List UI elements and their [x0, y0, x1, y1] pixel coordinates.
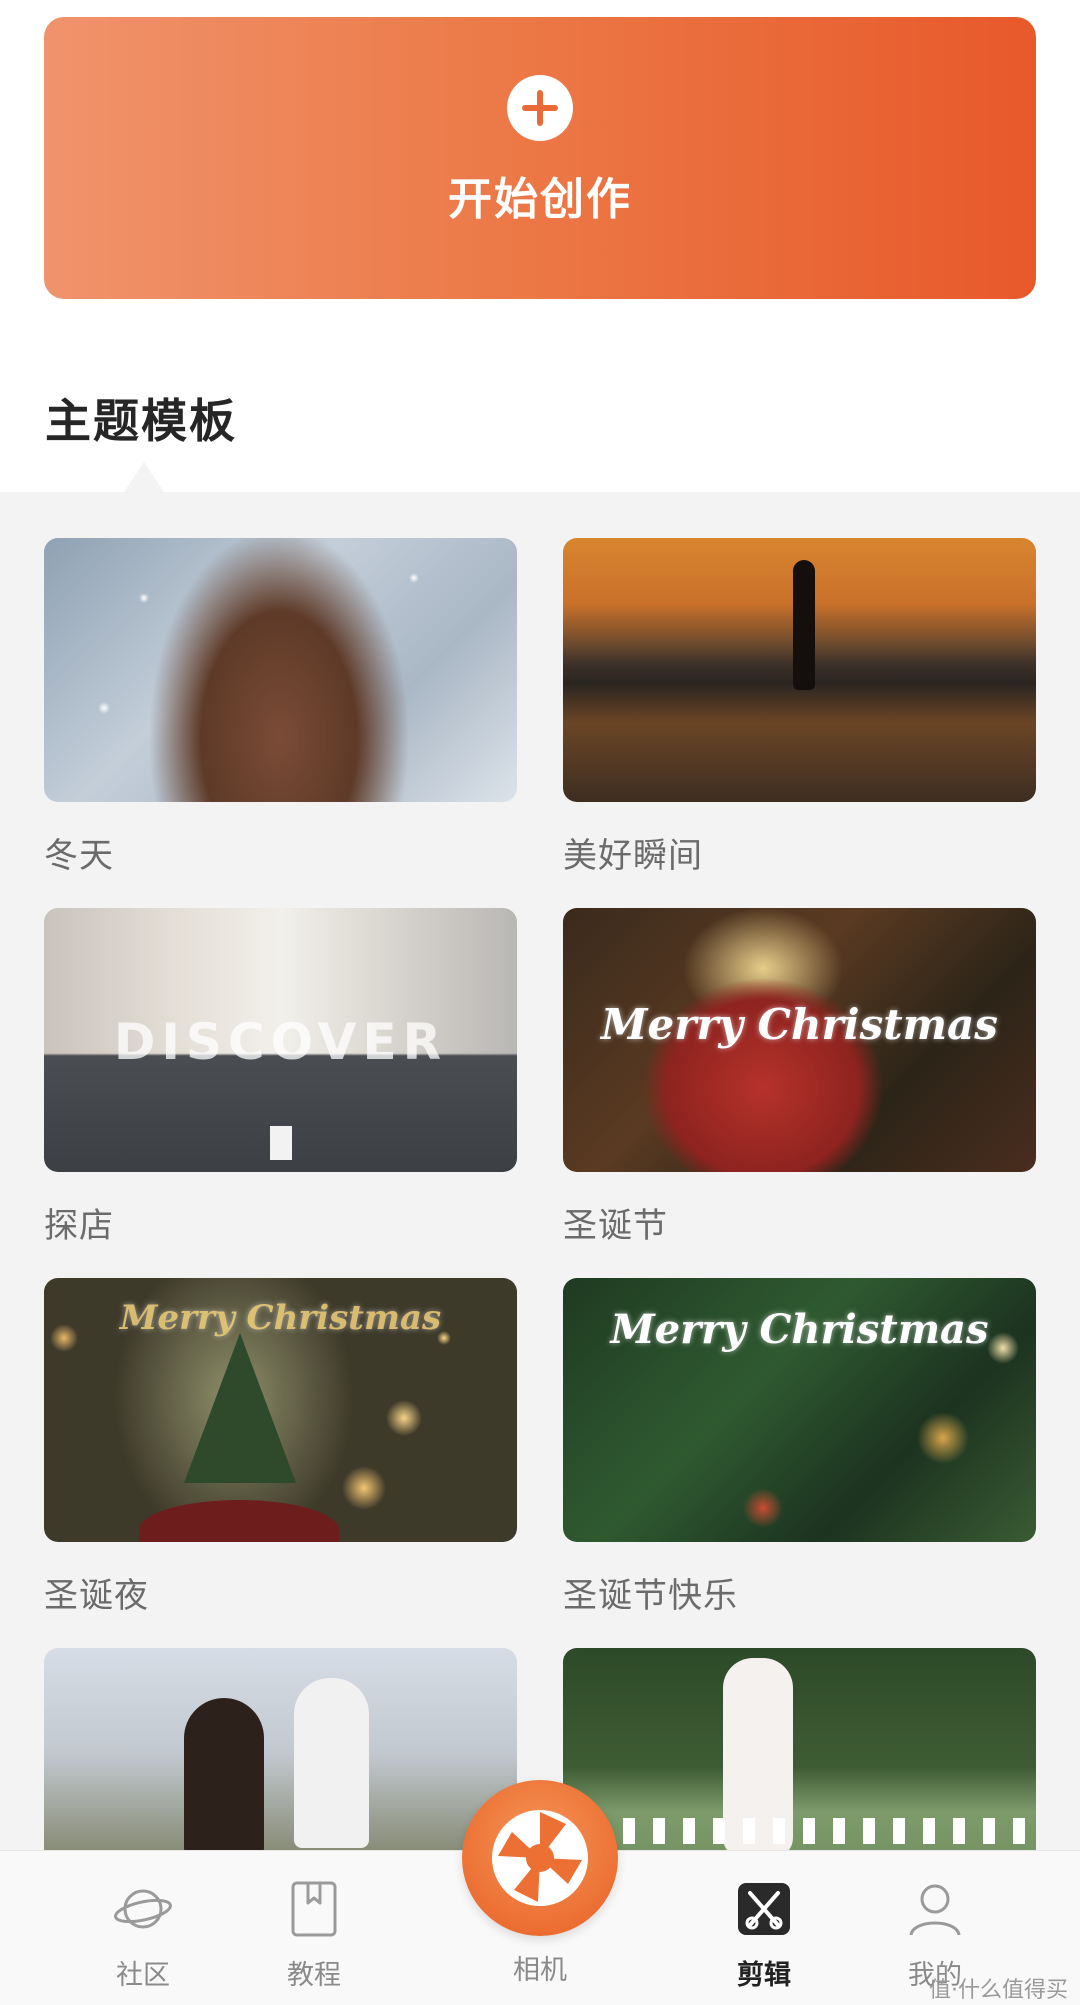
nav-label-camera: 相机 — [513, 1955, 567, 1986]
thumbnail-overlay-text: Merry Christmas — [610, 1306, 989, 1353]
template-label: 探店 — [44, 1206, 114, 1246]
nav-label: 剪辑 — [737, 1960, 791, 1991]
template-card-moment[interactable]: 美好瞬间 — [563, 538, 1036, 877]
template-thumbnail: Merry Christmas — [44, 1278, 517, 1542]
template-thumbnail: Merry Christmas — [563, 1278, 1036, 1542]
planet-icon — [113, 1879, 173, 1939]
template-card-christmas-eve[interactable]: Merry Christmas 圣诞夜 — [44, 1278, 517, 1617]
plus-icon — [507, 75, 573, 141]
silhouette-figure — [793, 560, 815, 690]
scissors-icon — [734, 1879, 794, 1939]
template-card-explore-shop[interactable]: DISCOVER 探店 — [44, 908, 517, 1247]
nav-item-edit[interactable]: 剪辑 — [704, 1879, 824, 1992]
nav-item-tutorial[interactable]: 教程 — [254, 1879, 374, 1992]
user-icon — [905, 1879, 965, 1939]
page: 开始创作 主题模板 冬天 美好瞬间 DISCOVER 探店 Merry Chri… — [0, 0, 1080, 2005]
template-thumbnail: DISCOVER — [44, 908, 517, 1172]
camera-button[interactable] — [462, 1780, 618, 1936]
thumbnail-overlay-text: DISCOVER — [113, 1013, 448, 1071]
template-card-winter[interactable]: 冬天 — [44, 538, 517, 877]
fence-shape — [563, 1818, 1036, 1844]
globe-base — [139, 1500, 339, 1542]
template-label: 美好瞬间 — [563, 836, 703, 876]
book-icon — [284, 1879, 344, 1939]
template-card-christmas[interactable]: Merry Christmas 圣诞节 — [563, 908, 1036, 1247]
start-create-button[interactable]: 开始创作 — [44, 17, 1036, 299]
tree-shape — [184, 1333, 296, 1483]
person-figure — [184, 1698, 264, 1858]
nav-label: 教程 — [287, 1960, 341, 1991]
nav-item-community[interactable]: 社区 — [83, 1879, 203, 1992]
template-thumbnail: Merry Christmas — [563, 908, 1036, 1172]
template-card-merry-christmas[interactable]: Merry Christmas 圣诞节快乐 — [563, 1278, 1036, 1617]
nav-label: 社区 — [116, 1960, 170, 1991]
person-figure — [294, 1678, 369, 1848]
template-label: 冬天 — [44, 836, 114, 876]
source-watermark: 值·什么值得买 — [929, 1978, 1068, 2003]
template-thumbnail — [44, 538, 517, 802]
camera-shutter-icon — [492, 1810, 588, 1906]
template-label: 圣诞夜 — [44, 1576, 149, 1616]
start-create-label: 开始创作 — [448, 174, 632, 225]
thumbnail-overlay-text: Merry Christmas — [601, 1000, 998, 1049]
section-title: 主题模板 — [45, 394, 237, 448]
template-thumbnail — [563, 538, 1036, 802]
template-label: 圣诞节快乐 — [563, 1576, 738, 1616]
thumbnail-overlay-text: Merry Christmas — [119, 1298, 442, 1338]
road-marking — [270, 1126, 292, 1160]
section-pointer — [124, 462, 164, 492]
template-label: 圣诞节 — [563, 1206, 668, 1246]
